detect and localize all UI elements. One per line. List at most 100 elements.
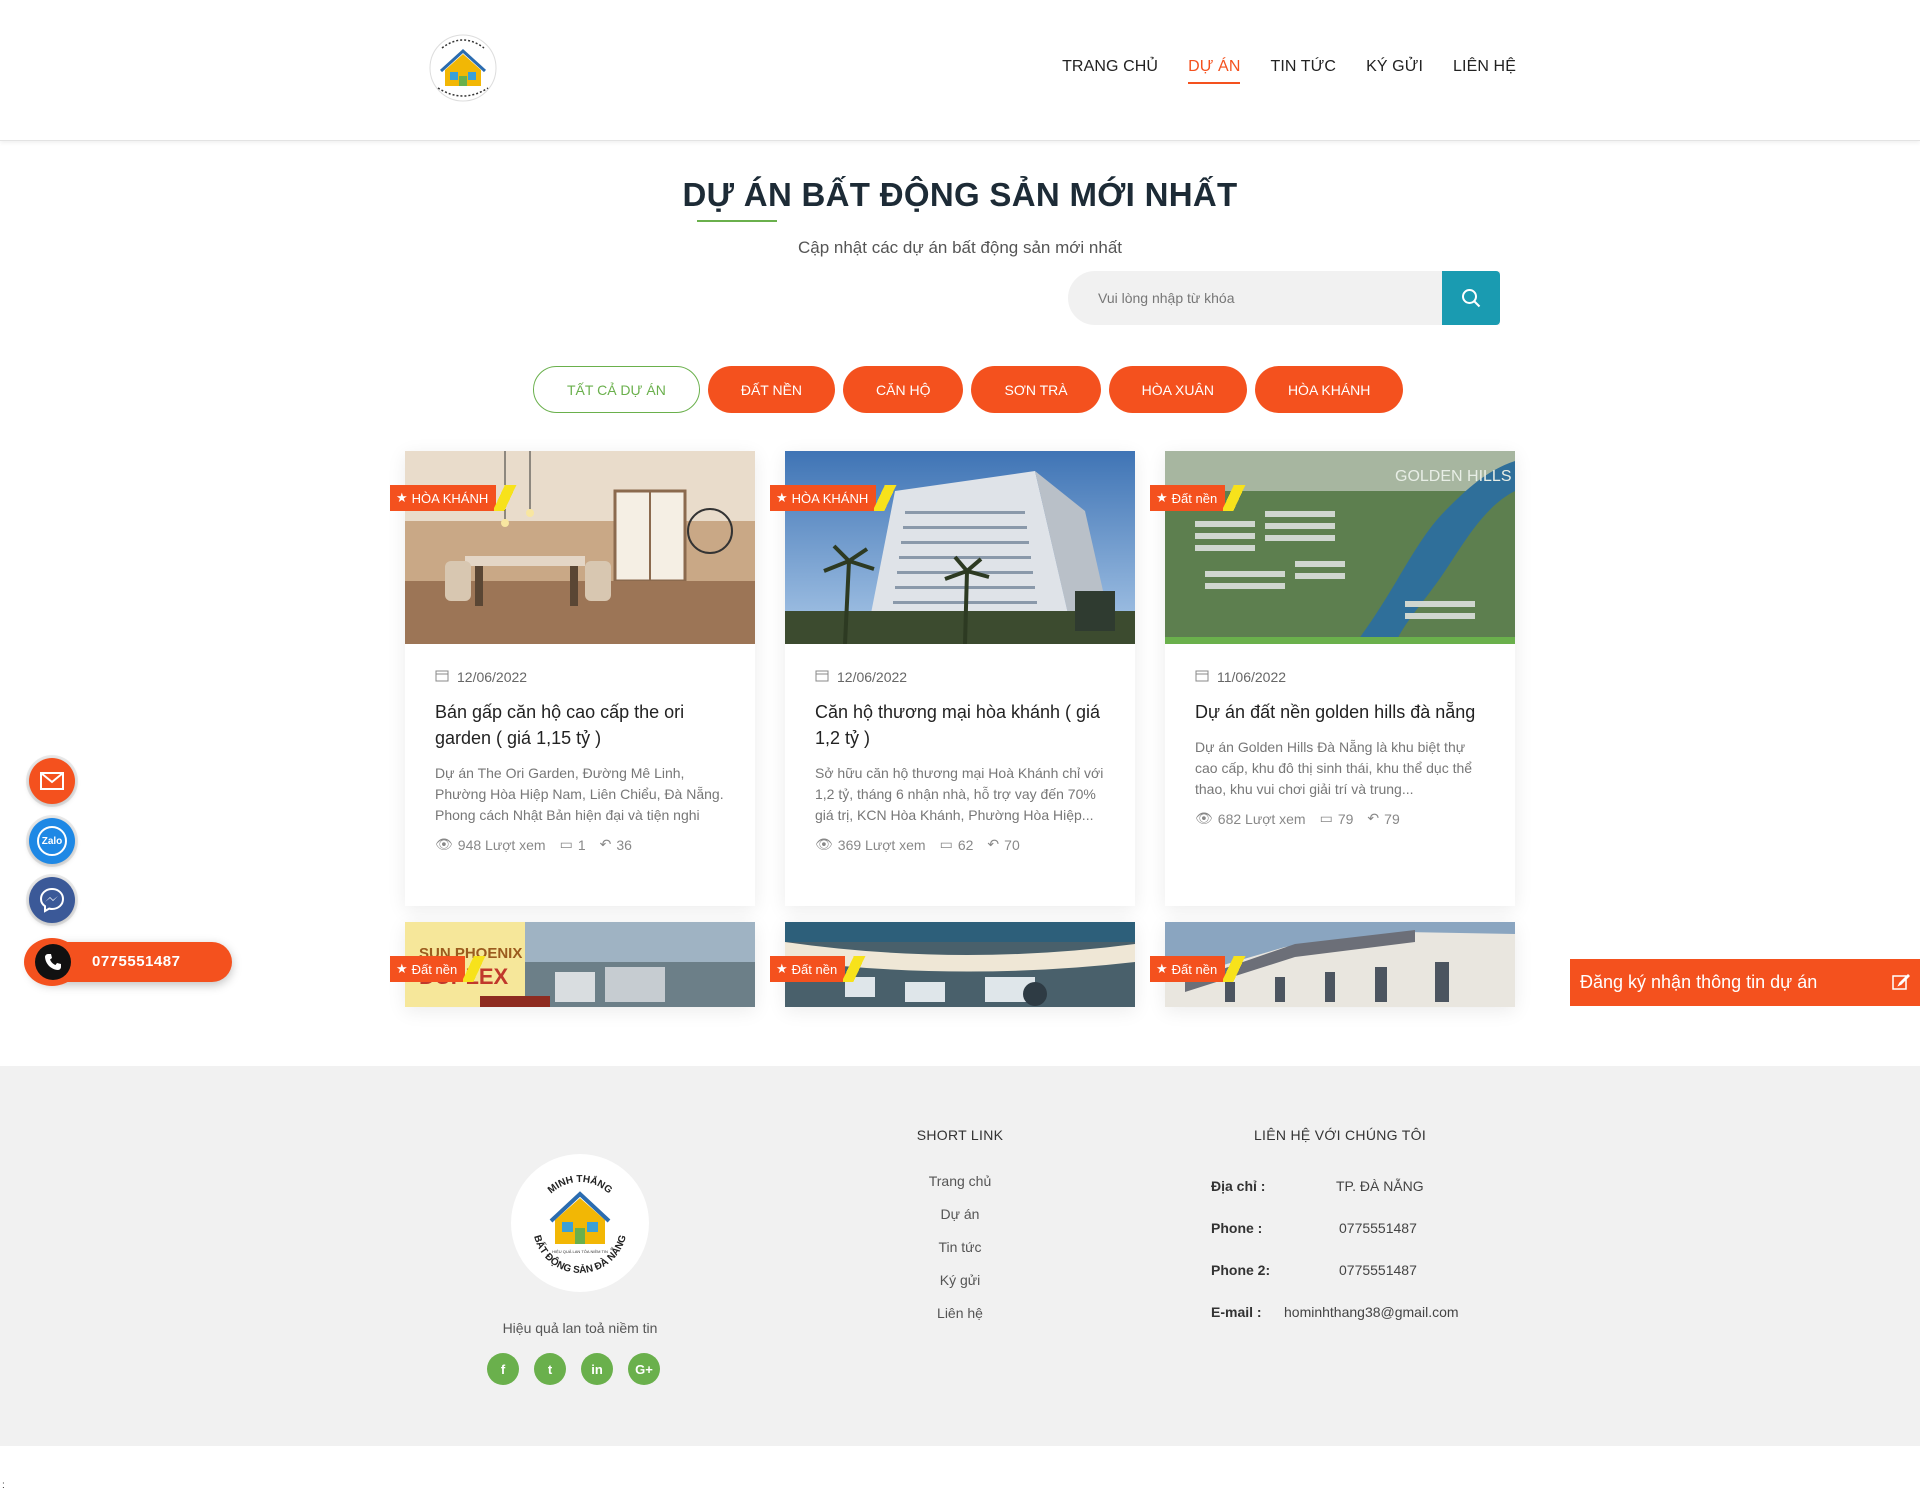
- project-image[interactable]: [405, 451, 755, 644]
- page-subtitle: Cập nhật các dự án bất động sản mới nhất: [797, 238, 1122, 257]
- project-image[interactable]: GOLDEN HILLS: [1165, 451, 1515, 644]
- project-badge: ★ HÒA KHÁNH: [770, 485, 899, 511]
- contact-phone: Phone : 0775551487: [1211, 1220, 1417, 1236]
- footer-link-projects[interactable]: Dự án: [880, 1206, 1040, 1239]
- nav-consign[interactable]: KÝ GỬI: [1366, 58, 1423, 84]
- linkedin-icon[interactable]: in: [581, 1353, 613, 1385]
- filter-all-projects[interactable]: TẤT CẢ DỰ ÁN: [533, 366, 700, 413]
- calendar-icon: [1195, 669, 1209, 685]
- footer-link-contact[interactable]: Liên hệ: [880, 1305, 1040, 1338]
- post-date: 11/06/2022: [1195, 669, 1490, 685]
- filter-hoa-xuan[interactable]: HÒA XUÂN: [1108, 366, 1247, 413]
- image-watermark: GOLDEN HILLS: [1395, 468, 1511, 485]
- star-icon: ★: [396, 961, 408, 976]
- phone-icon: [45, 954, 61, 970]
- search-icon: [1462, 289, 1481, 308]
- page-title: DỰ ÁN BẤT ĐỘNG SẢN MỚI NHẤT: [682, 176, 1238, 213]
- twitter-icon[interactable]: t: [534, 1353, 566, 1385]
- short-link-list: Trang chủ Dự án Tin tức Ký gửi Liên hệ: [880, 1173, 1040, 1338]
- project-image[interactable]: [785, 451, 1135, 644]
- search-input[interactable]: [1098, 271, 1438, 325]
- calendar-icon: [435, 669, 449, 685]
- site-logo[interactable]: [428, 30, 498, 108]
- star-icon: ★: [1156, 961, 1168, 976]
- search-button[interactable]: [1442, 271, 1500, 325]
- contact-phone-2: Phone 2: 0775551487: [1211, 1262, 1417, 1278]
- project-meta: 👁 682 Lượt xem ▭ 79 ↶ 79: [1195, 810, 1400, 827]
- filter-land[interactable]: ĐẤT NỀN: [707, 366, 836, 413]
- star-icon: ★: [1156, 490, 1168, 505]
- project-card[interactable]: ★ Đất nền: [1150, 922, 1515, 1007]
- share-icon: ↶: [987, 836, 1000, 852]
- post-date: 12/06/2022: [435, 669, 730, 685]
- share-icon: ↶: [599, 836, 612, 852]
- eye-icon: 👁: [1195, 810, 1213, 826]
- filter-apartment[interactable]: CĂN HỘ: [843, 366, 964, 413]
- short-link-heading: SHORT LINK: [916, 1127, 1004, 1143]
- contact-address: Địa chỉ : TP. ĐÀ NẴNG: [1211, 1178, 1424, 1194]
- page-corner-mark: :: [2, 1480, 5, 1491]
- project-badge: ★ Đất nền: [1150, 956, 1248, 982]
- calendar-icon: [815, 669, 829, 685]
- project-title[interactable]: Dự án đất nền golden hills đà nẵng: [1195, 699, 1490, 725]
- star-icon: ★: [396, 490, 408, 505]
- main-nav: TRANG CHỦ DỰ ÁN TIN TỨC KÝ GỬI LIÊN HỆ: [1062, 58, 1516, 84]
- nav-contact[interactable]: LIÊN HỆ: [1453, 58, 1516, 84]
- project-description: Dự án The Ori Garden, Đường Mê Linh, Phư…: [435, 765, 724, 823]
- footer-slogan: Hiệu quả lan toả niềm tin: [502, 1320, 658, 1336]
- footer-link-home[interactable]: Trang chủ: [880, 1173, 1040, 1206]
- comment-icon: ▭: [559, 836, 573, 852]
- messenger-float-button[interactable]: [29, 877, 75, 923]
- phone-icon-button[interactable]: [35, 944, 71, 980]
- eye-icon: 👁: [435, 836, 453, 852]
- filter-son-tra[interactable]: SƠN TRÀ: [971, 366, 1101, 413]
- project-description: Dự án Golden Hills Đà Nẵng là khu biệt t…: [1195, 739, 1473, 797]
- filter-bar: TẤT CẢ DỰ ÁN ĐẤT NỀN CĂN HỘ SƠN TRÀ HÒA …: [533, 366, 1404, 413]
- project-title[interactable]: Căn hộ thương mại hòa khánh ( giá 1,2 tỷ…: [815, 699, 1110, 751]
- footer-link-news[interactable]: Tin tức: [880, 1239, 1040, 1272]
- google-plus-icon[interactable]: G+: [628, 1353, 660, 1385]
- facebook-icon[interactable]: f: [487, 1353, 519, 1385]
- star-icon: ★: [776, 961, 788, 976]
- nav-home[interactable]: TRANG CHỦ: [1062, 58, 1158, 84]
- site-header: TRANG CHỦ DỰ ÁN TIN TỨC KÝ GỬI LIÊN HỆ: [0, 0, 1920, 141]
- edit-icon: [1892, 973, 1910, 990]
- svg-text:HIỆU QUẢ LAN TỎA NIỀM TIN: HIỆU QUẢ LAN TỎA NIỀM TIN: [552, 1249, 608, 1254]
- footer-link-consign[interactable]: Ký gửi: [880, 1272, 1040, 1305]
- comment-icon: ▭: [939, 836, 953, 852]
- project-meta: 👁 369 Lượt xem ▭ 62 ↶ 70: [815, 836, 1020, 853]
- register-info-button[interactable]: Đăng ký nhận thông tin dự án: [1570, 959, 1920, 1006]
- project-title[interactable]: Bán gấp căn hộ cao cấp the ori garden ( …: [435, 699, 730, 751]
- project-card[interactable]: SUN PHOENIX DUPLEX ★ Đất nền: [390, 922, 755, 1007]
- card-body: 12/06/2022 Căn hộ thương mại hòa khánh (…: [815, 669, 1110, 853]
- post-date: 12/06/2022: [815, 669, 1110, 685]
- project-card[interactable]: ★ HÒA KHÁNH 12/06/2022 Bán gấp căn hộ ca…: [390, 451, 755, 906]
- zalo-float-button[interactable]: Zalo: [29, 818, 75, 864]
- messenger-icon: [39, 887, 65, 913]
- filter-hoa-khanh[interactable]: HÒA KHÁNH: [1254, 366, 1404, 413]
- project-card[interactable]: ★ Đất nền: [770, 922, 1135, 1007]
- card-body: 11/06/2022 Dự án đất nền golden hills đà…: [1195, 669, 1490, 827]
- search-box: [1068, 271, 1500, 325]
- zalo-icon: Zalo: [37, 826, 67, 856]
- card-body: 12/06/2022 Bán gấp căn hộ cao cấp the or…: [435, 669, 730, 853]
- project-badge: ★ Đất nền: [390, 956, 488, 982]
- nav-news[interactable]: TIN TỨC: [1270, 58, 1336, 84]
- project-card[interactable]: GOLDEN HILLS ★ Đất nền 11/06/2022 Dự án …: [1150, 451, 1515, 906]
- contact-email: E-mail : hominhthang38@gmail.com: [1211, 1304, 1459, 1320]
- phone-number: 0775551487: [92, 953, 181, 970]
- email-icon: [40, 772, 64, 790]
- project-badge: ★ HÒA KHÁNH: [390, 485, 519, 511]
- project-card[interactable]: ★ HÒA KHÁNH 12/06/2022 Căn hộ thương mại…: [770, 451, 1135, 906]
- footer-logo[interactable]: MINH THẮNG BẤT ĐỘNG SẢN ĐÀ NẴNG HIỆU QUẢ…: [511, 1154, 649, 1292]
- email-float-button[interactable]: [29, 758, 75, 804]
- share-icon: ↶: [1367, 810, 1380, 826]
- contact-heading: LIÊN HỆ VỚI CHÚNG TÔI: [1253, 1127, 1427, 1143]
- eye-icon: 👁: [815, 836, 833, 852]
- project-badge: ★ Đất nền: [770, 956, 868, 982]
- project-badge: ★ Đất nền: [1150, 485, 1248, 511]
- social-links: f t in G+: [487, 1353, 660, 1385]
- project-description: Sở hữu căn hộ thương mại Hoà Khánh chỉ v…: [815, 765, 1104, 823]
- nav-projects[interactable]: DỰ ÁN: [1188, 58, 1241, 84]
- star-icon: ★: [776, 490, 788, 505]
